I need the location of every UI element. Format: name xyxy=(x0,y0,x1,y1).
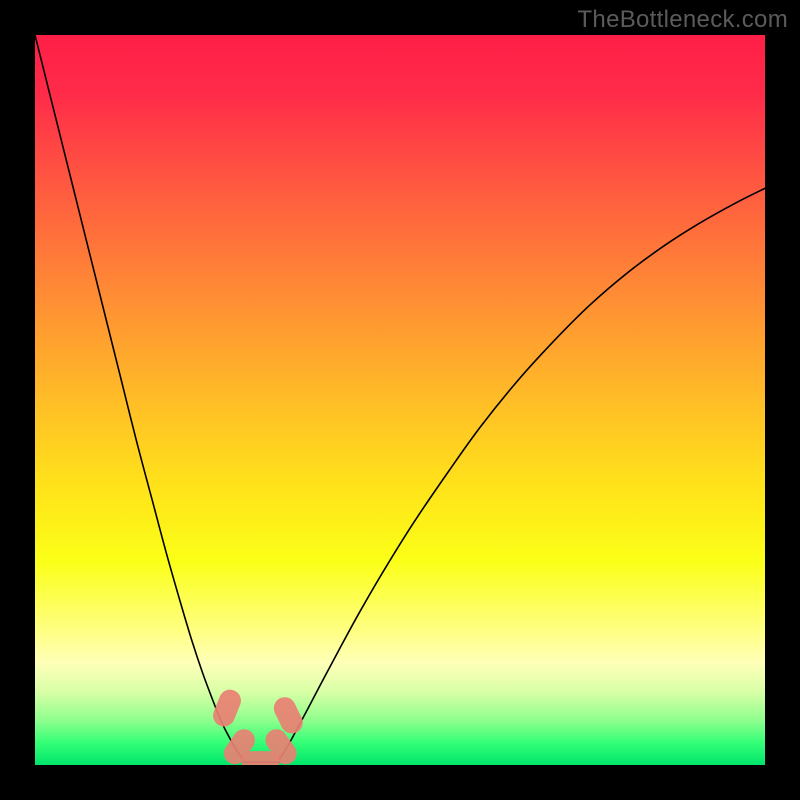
gradient-background xyxy=(35,35,765,765)
plot-area xyxy=(35,35,765,765)
watermark-text: TheBottleneck.com xyxy=(577,6,788,34)
marker-4 xyxy=(242,751,280,765)
chart-svg xyxy=(35,35,765,765)
chart-frame: TheBottleneck.com xyxy=(0,0,800,800)
